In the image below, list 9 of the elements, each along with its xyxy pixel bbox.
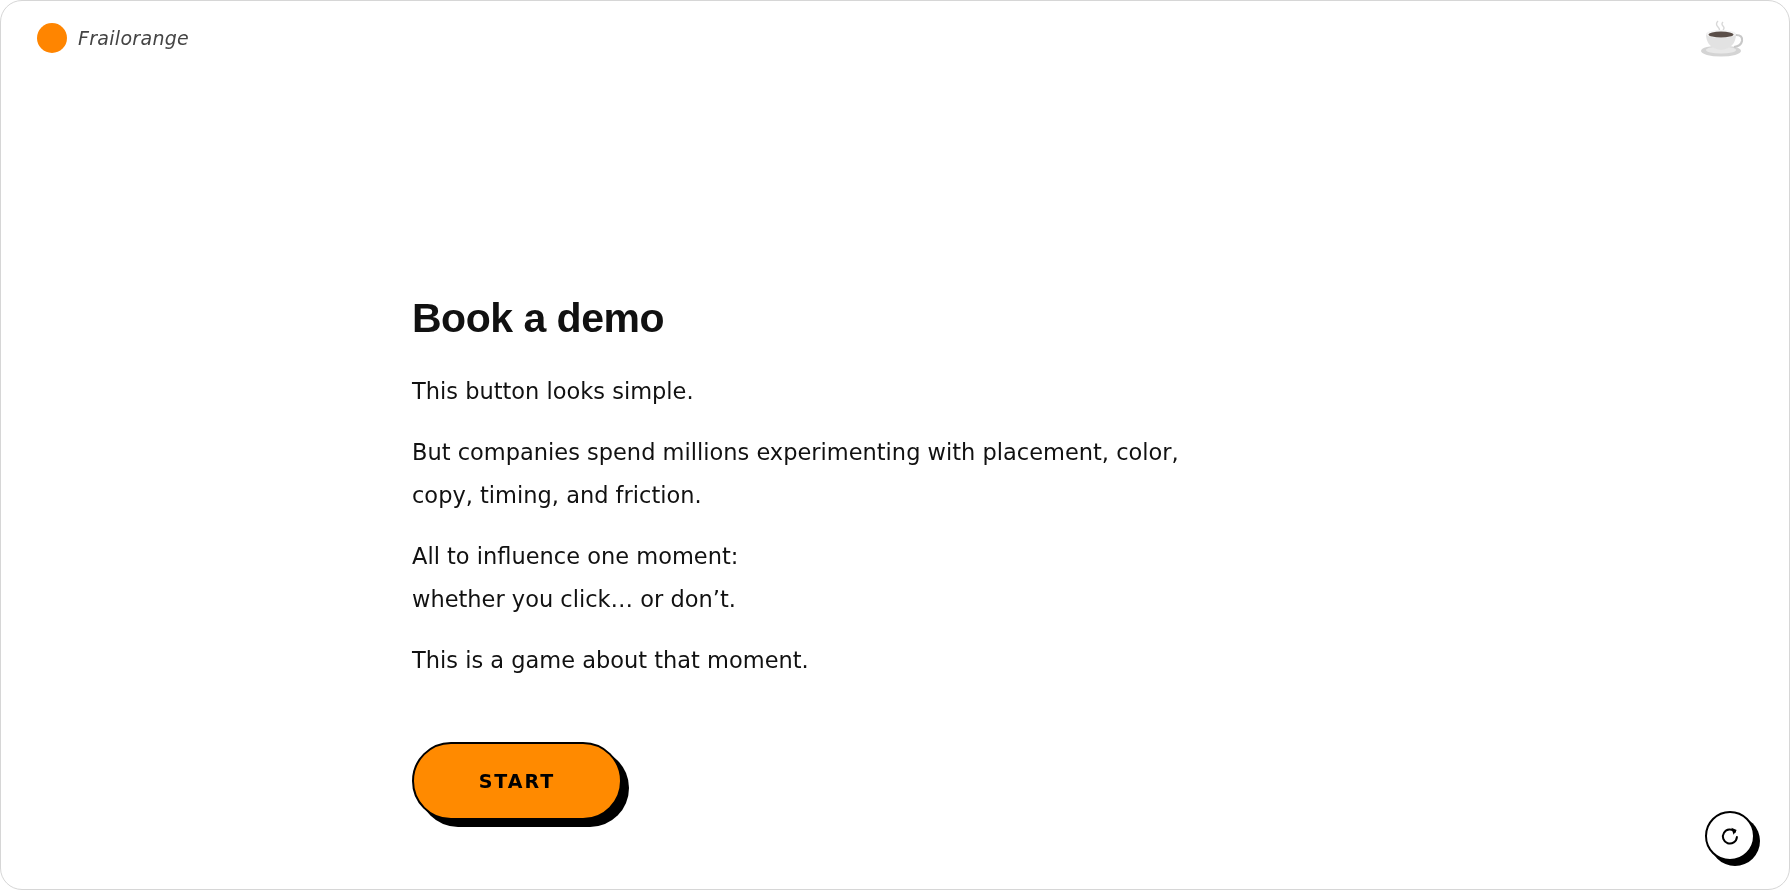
intro-paragraph: All to influence one moment: whether you click… or don’t. [412,542,740,615]
refresh-icon [1720,826,1740,846]
intro-paragraph: But companies spend millions experimenting with placement, color, copy, timing, and friction. [412,438,1180,511]
coffee-cup-icon[interactable] [1700,19,1744,57]
brand-name: Frailorange [78,27,190,49]
intro-paragraph: This is a game about that moment. [412,646,810,676]
page-heading: Book a demo [412,294,664,343]
logo-dot-icon [37,23,67,53]
intro-paragraph: This button looks simple. [412,377,695,407]
